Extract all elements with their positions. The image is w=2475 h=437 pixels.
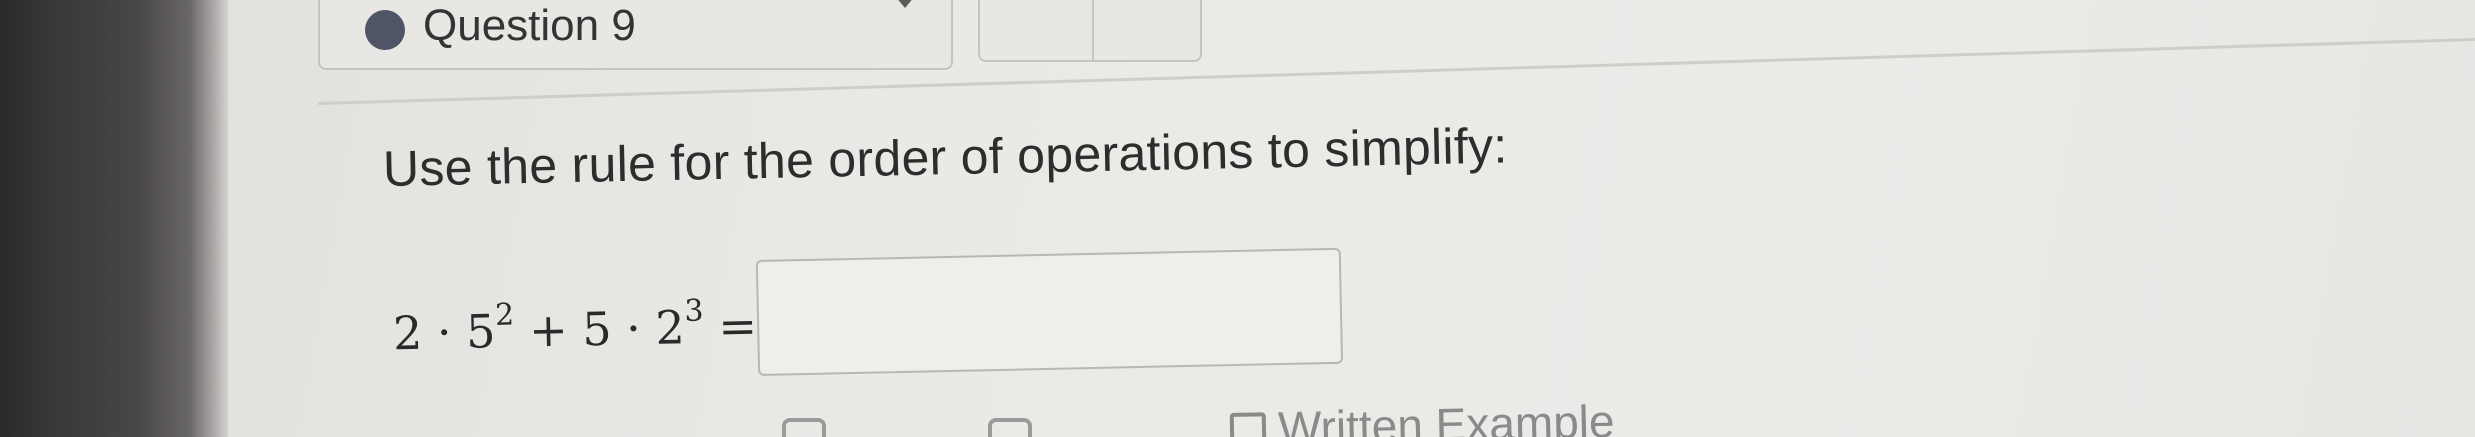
question-nav-buttons[interactable] <box>978 0 1202 62</box>
question-status-icon <box>365 10 405 50</box>
term-b: 5 <box>465 304 496 359</box>
math-expression: 2 · 52 + 5 · 23 = <box>392 293 758 361</box>
document-icon <box>1229 412 1267 437</box>
answer-input[interactable] <box>755 247 1344 376</box>
term-a: 2 <box>392 305 423 361</box>
tool-icon[interactable] <box>782 418 826 437</box>
nav-divider <box>1092 0 1094 60</box>
operator-dot: · <box>436 305 453 360</box>
exponent-d: 3 <box>684 293 704 329</box>
tool-icon[interactable] <box>988 418 1032 437</box>
operator-dot-2: · <box>625 301 642 356</box>
written-example-link[interactable]: Written Example <box>1229 394 1615 437</box>
operator-equals: = <box>717 298 758 354</box>
term-c: 5 <box>581 301 613 357</box>
term-d: 2 <box>654 300 686 355</box>
chevron-down-icon[interactable] <box>893 0 917 18</box>
written-example-label: Written Example <box>1277 394 1616 437</box>
question-title: Question 9 <box>423 1 636 50</box>
exponent-b: 2 <box>494 297 515 333</box>
operator-plus: + <box>528 302 569 358</box>
